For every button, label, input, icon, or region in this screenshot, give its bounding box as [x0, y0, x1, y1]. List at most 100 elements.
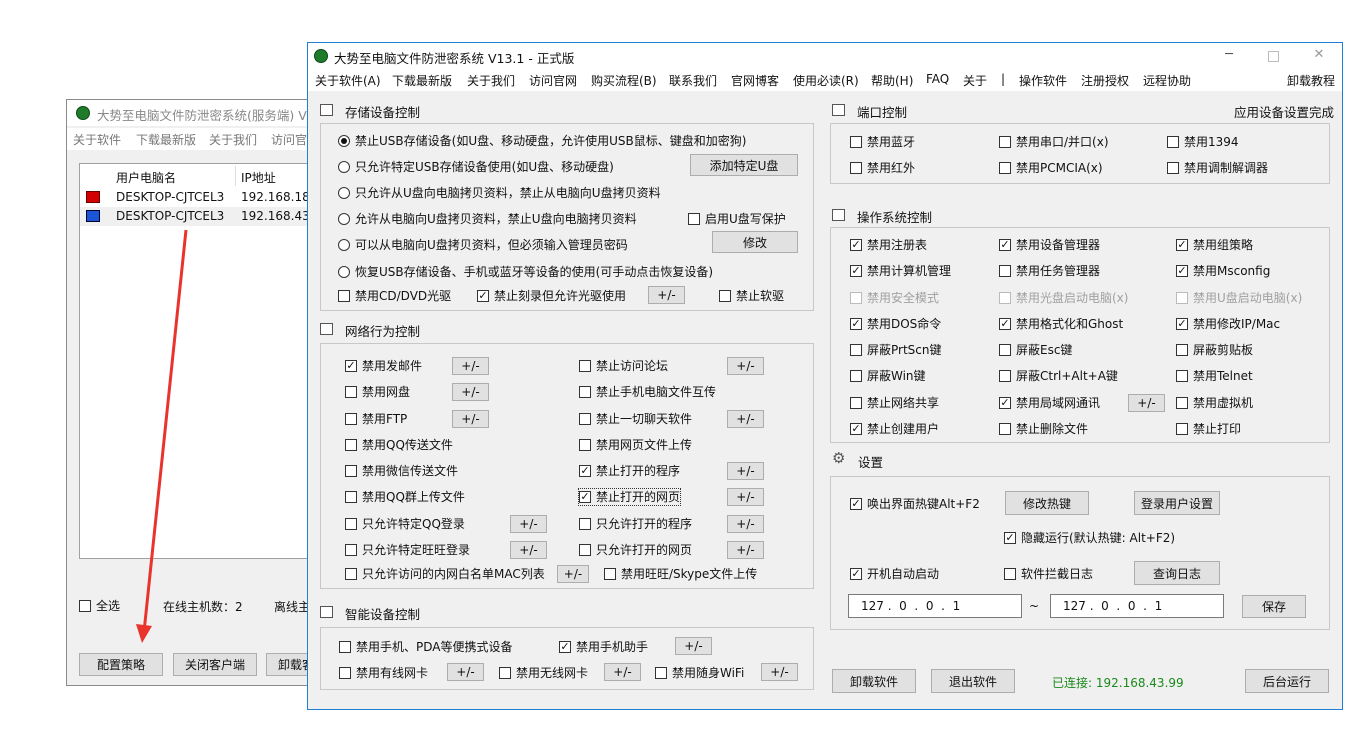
- block-floppy-checkbox[interactable]: 禁止软驱: [719, 288, 784, 304]
- block-netdisk-checkbox[interactable]: 禁用网盘: [345, 384, 410, 400]
- block-esc-checkbox[interactable]: 屏蔽Esc键: [999, 342, 1072, 358]
- block-create-user-checkbox[interactable]: ✓ 禁止创建用户: [850, 421, 939, 437]
- hidden-run-checkbox[interactable]: ✓ 隐藏运行(默认热键: Alt+F2): [1004, 530, 1175, 546]
- block-wangwang-skype-upload-checkbox[interactable]: 禁用旺旺/Skype文件上传: [604, 566, 757, 582]
- block-dos-checkbox[interactable]: ✓ 禁用DOS命令: [850, 316, 941, 332]
- chat-plus-minus-button[interactable]: +/-: [727, 410, 764, 428]
- allow-specific-wangwang-checkbox[interactable]: 只允许特定旺旺登录: [345, 542, 470, 558]
- ip-start-field[interactable]: 127 . 0 . 0 . 1: [848, 594, 1022, 618]
- menu-about-us[interactable]: 关于我们: [467, 72, 515, 89]
- block-network-share-checkbox[interactable]: 禁止网络共享: [850, 395, 939, 411]
- block-modem-checkbox[interactable]: 禁用调制解调器: [1167, 160, 1268, 176]
- block-qq-transfer-checkbox[interactable]: 禁用QQ传送文件: [345, 437, 453, 453]
- block-win-key-checkbox[interactable]: 屏蔽Win键: [850, 368, 926, 384]
- block-wired-nic-checkbox[interactable]: 禁用有线网卡: [339, 665, 428, 681]
- radio-usb-to-pc-only[interactable]: 只允许从U盘向电脑拷贝资料，禁止从电脑向U盘拷贝资料: [338, 185, 661, 201]
- menu-faq[interactable]: FAQ: [926, 72, 949, 86]
- block-chat-software-checkbox[interactable]: 禁止一切聊天软件: [579, 411, 692, 427]
- wired-nic-plus-minus-button[interactable]: +/-: [447, 663, 484, 681]
- menu-visit-site[interactable]: 访问官网: [529, 72, 577, 89]
- block-bluetooth-checkbox[interactable]: 禁用蓝牙: [850, 134, 915, 150]
- wireless-nic-plus-minus-button[interactable]: +/-: [604, 663, 641, 681]
- allow-specific-qq-checkbox[interactable]: 只允许特定QQ登录: [345, 516, 465, 532]
- webpages-plus-minus-button[interactable]: +/-: [727, 488, 764, 506]
- ip-end-field[interactable]: 127 . 0 . 0 . 1: [1050, 594, 1224, 618]
- write-protect-checkbox[interactable]: 启用U盘写保护: [688, 211, 786, 227]
- block-portable-checkbox[interactable]: 禁用手机、PDA等便携式设备: [339, 639, 512, 655]
- menu-help[interactable]: 帮助(H): [871, 72, 913, 89]
- programs-plus-minus-button[interactable]: +/-: [727, 462, 764, 480]
- menu-blog[interactable]: 官网博客: [731, 72, 779, 89]
- uninstall-software-button[interactable]: 卸载软件: [832, 669, 916, 693]
- radio-copy-with-password[interactable]: 可以从电脑向U盘拷贝资料，但必须输入管理员密码: [338, 237, 628, 253]
- block-group-policy-checkbox[interactable]: ✓ 禁用组策略: [1176, 237, 1253, 253]
- menu-contact[interactable]: 联系我们: [669, 72, 717, 89]
- menu-remote[interactable]: 远程协助: [1143, 72, 1191, 89]
- block-email-checkbox[interactable]: ✓ 禁用发邮件: [345, 358, 422, 374]
- block-portable-wifi-checkbox[interactable]: 禁用随身WiFi: [655, 665, 744, 681]
- allow-programs-checkbox[interactable]: 只允许打开的程序: [579, 516, 692, 532]
- phone-assistant-plus-minus-button[interactable]: +/-: [675, 637, 712, 655]
- allow-programs-plus-minus-button[interactable]: +/-: [727, 515, 764, 533]
- block-vm-checkbox[interactable]: 禁用虚拟机: [1176, 395, 1253, 411]
- maximize-icon[interactable]: [1268, 51, 1279, 62]
- block-msconfig-checkbox[interactable]: ✓ 禁用Msconfig: [1176, 263, 1270, 279]
- block-wireless-nic-checkbox[interactable]: 禁用无线网卡: [499, 665, 588, 681]
- block-computer-management-checkbox[interactable]: ✓ 禁用计算机管理: [850, 263, 951, 279]
- block-registry-checkbox[interactable]: ✓ 禁用注册表: [850, 237, 927, 253]
- save-button[interactable]: 保存: [1242, 595, 1306, 618]
- block-infrared-checkbox[interactable]: 禁用红外: [850, 160, 915, 176]
- block-prtscn-checkbox[interactable]: 屏蔽PrtScn键: [850, 342, 942, 358]
- radio-pc-to-usb-only[interactable]: 允许从电脑向U盘拷贝资料，禁止U盘向电脑拷贝资料: [338, 211, 637, 227]
- mac-whitelist-checkbox[interactable]: 只允许访问的内网白名单MAC列表: [345, 566, 545, 582]
- block-phone-pc-transfer-checkbox[interactable]: 禁止手机电脑文件互传: [579, 384, 716, 400]
- portable-wifi-plus-minus-button[interactable]: +/-: [761, 663, 798, 681]
- menu-must-read[interactable]: 使用必读(R): [793, 72, 859, 89]
- login-user-settings-button[interactable]: 登录用户设置: [1134, 491, 1220, 515]
- block-programs-checkbox[interactable]: ✓ 禁止打开的程序: [579, 463, 680, 479]
- block-cd-checkbox[interactable]: 禁用CD/DVD光驱: [338, 288, 451, 304]
- intercept-log-checkbox[interactable]: 软件拦截日志: [1004, 566, 1093, 582]
- query-log-button[interactable]: 查询日志: [1134, 561, 1220, 585]
- block-phone-assistant-checkbox[interactable]: ✓ 禁用手机助手: [559, 639, 648, 655]
- block-serial-parallel-checkbox[interactable]: 禁用串口/并口(x): [999, 134, 1109, 150]
- block-pcmcia-checkbox[interactable]: 禁用PCMCIA(x): [999, 160, 1103, 176]
- modify-password-button[interactable]: 修改: [712, 231, 798, 253]
- menu-about[interactable]: 关于: [963, 72, 987, 89]
- add-specific-usb-button[interactable]: 添加特定U盘: [690, 154, 798, 176]
- block-device-manager-checkbox[interactable]: ✓ 禁用设备管理器: [999, 237, 1100, 253]
- block-forum-checkbox[interactable]: 禁止访问论坛: [579, 358, 668, 374]
- allow-webpages-plus-minus-button[interactable]: +/-: [727, 541, 764, 559]
- allow-webpages-checkbox[interactable]: 只允许打开的网页: [579, 542, 692, 558]
- menu-about-software[interactable]: 关于软件(A): [315, 72, 381, 89]
- hotkey-checkbox[interactable]: ✓ 唤出界面热键Alt+F2: [850, 496, 980, 512]
- block-telnet-checkbox[interactable]: 禁用Telnet: [1176, 368, 1253, 384]
- close-icon[interactable]: ✕: [1313, 48, 1325, 61]
- lan-comm-plus-minus-button[interactable]: +/-: [1128, 394, 1165, 412]
- block-wechat-transfer-checkbox[interactable]: 禁用微信传送文件: [345, 463, 458, 479]
- background-run-button[interactable]: 后台运行: [1245, 669, 1329, 693]
- modify-hotkey-button[interactable]: 修改热键: [1005, 491, 1089, 515]
- block-web-upload-checkbox[interactable]: 禁用网页文件上传: [579, 437, 692, 453]
- autostart-checkbox[interactable]: ✓ 开机自动启动: [850, 566, 939, 582]
- block-qq-group-upload-checkbox[interactable]: 禁用QQ群上传文件: [345, 489, 465, 505]
- ftp-plus-minus-button[interactable]: +/-: [452, 410, 489, 428]
- menu-uninstall-guide[interactable]: 卸载教程: [1287, 72, 1335, 89]
- block-1394-checkbox[interactable]: 禁用1394: [1167, 134, 1239, 150]
- menu-purchase[interactable]: 购买流程(B): [591, 72, 657, 89]
- block-webpages-checkbox[interactable]: ✓ 禁止打开的网页: [577, 488, 682, 506]
- exit-software-button[interactable]: 退出软件: [931, 669, 1015, 693]
- block-clipboard-checkbox[interactable]: 屏蔽剪贴板: [1176, 342, 1253, 358]
- block-burn-checkbox[interactable]: ✓ 禁止刻录但允许光驱使用: [477, 288, 626, 304]
- block-ctrl-alt-a-checkbox[interactable]: 屏蔽Ctrl+Alt+A键: [999, 368, 1118, 384]
- qq-login-plus-minus-button[interactable]: +/-: [510, 515, 547, 533]
- block-format-ghost-checkbox[interactable]: ✓ 禁用格式化和Ghost: [999, 316, 1123, 332]
- forum-plus-minus-button[interactable]: +/-: [727, 357, 764, 375]
- block-lan-comm-checkbox[interactable]: ✓ 禁用局域网通讯: [999, 395, 1100, 411]
- mac-whitelist-plus-minus-button[interactable]: +/-: [557, 565, 589, 583]
- block-task-manager-checkbox[interactable]: 禁用任务管理器: [999, 263, 1100, 279]
- block-delete-file-checkbox[interactable]: 禁止删除文件: [999, 421, 1088, 437]
- menu-download[interactable]: 下载最新版: [392, 72, 452, 89]
- minimize-icon[interactable]: ─: [1223, 48, 1235, 61]
- menu-register[interactable]: 注册授权: [1081, 72, 1129, 89]
